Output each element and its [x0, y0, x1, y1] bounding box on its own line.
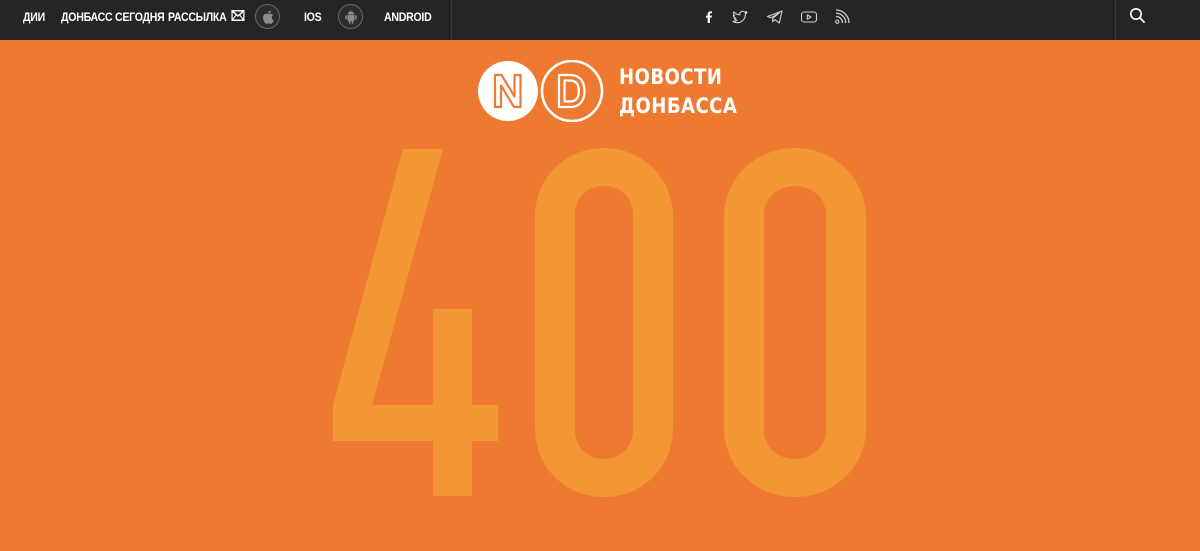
top-bar: ДИИ ДОНБАСС СЕГОДНЯ РАССЫЛКА IOS ANDROID — [0, 0, 1200, 40]
search-icon — [1130, 8, 1145, 23]
nav-link-ios[interactable]: IOS — [304, 0, 322, 40]
error-digit-4 — [333, 149, 498, 496]
rss-icon[interactable] — [834, 9, 852, 25]
twitter-icon[interactable] — [731, 9, 749, 25]
logo-wordmark: НОВОСТИ ДОНБАССА — [619, 63, 737, 121]
logo-nd-mark — [478, 60, 604, 122]
search-divider — [1115, 0, 1116, 40]
logo-line-2: ДОНБАССА — [619, 94, 738, 118]
logo-line-1: НОВОСТИ — [619, 65, 723, 89]
error-code-400: 400 — [333, 148, 866, 497]
mail-icon — [231, 0, 245, 34]
nav-link-donbass-today[interactable]: ДОНБАСС СЕГОДНЯ — [61, 0, 165, 40]
nav-link-android[interactable]: ANDROID — [384, 0, 432, 40]
facebook-icon[interactable] — [700, 9, 718, 25]
youtube-icon[interactable] — [800, 9, 818, 25]
site-logo[interactable]: НОВОСТИ ДОНБАССА — [477, 60, 747, 122]
error-digit-0-second — [724, 148, 866, 497]
nav-divider — [451, 0, 452, 40]
search-button[interactable] — [1128, 6, 1148, 26]
nav-link-dii[interactable]: ДИИ — [23, 0, 45, 40]
android-store-button[interactable] — [338, 4, 363, 29]
telegram-icon[interactable] — [766, 9, 784, 25]
apple-icon — [263, 10, 274, 24]
android-icon — [345, 10, 357, 24]
error-digit-0-first — [535, 148, 673, 497]
nav-link-newsletter[interactable]: РАССЫЛКА — [168, 0, 245, 40]
nav-link-newsletter-label: РАССЫЛКА — [168, 10, 227, 24]
apple-store-button[interactable] — [255, 4, 280, 29]
